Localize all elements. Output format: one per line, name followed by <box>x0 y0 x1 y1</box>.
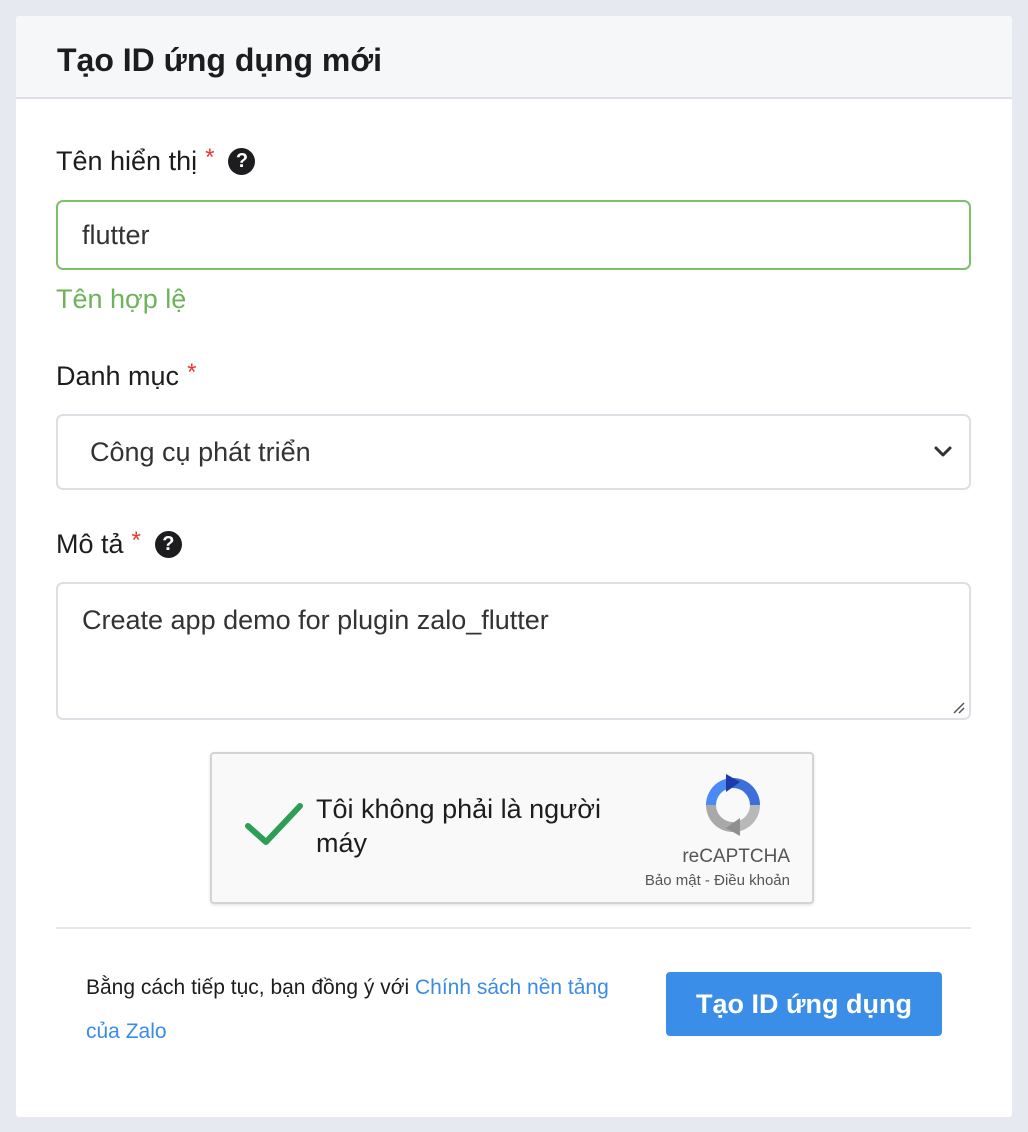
chevron-down-icon <box>934 446 952 457</box>
display-name-label-text: Tên hiển thị <box>56 146 198 176</box>
display-name-input[interactable]: flutter <box>56 200 971 270</box>
category-label: Danh mục * <box>56 359 196 393</box>
recaptcha-widget: Tôi không phải là người máy reCAPTCHA Bả… <box>210 752 814 904</box>
recaptcha-logo-icon <box>706 774 760 836</box>
privacy-link[interactable]: Bảo mật <box>645 872 701 889</box>
display-name-value: flutter <box>82 220 150 250</box>
checkmark-icon[interactable] <box>244 800 304 848</box>
required-mark: * <box>131 527 141 554</box>
validation-message: Tên hợp lệ <box>56 284 187 314</box>
link-separator: - <box>700 872 715 889</box>
divider <box>56 927 971 929</box>
page-title: Tạo ID ứng dụng mới <box>57 42 382 78</box>
description-value: Create app demo for plugin zalo_flutter <box>82 605 549 635</box>
recaptcha-label: Tôi không phải là người máy <box>316 794 601 858</box>
description-textarea[interactable]: Create app demo for plugin zalo_flutter <box>56 582 971 720</box>
required-mark: * <box>205 144 215 171</box>
category-selected-value: Công cụ phát triển <box>90 437 311 467</box>
terms-link[interactable]: Điều khoản <box>714 872 790 889</box>
required-mark: * <box>187 359 197 386</box>
terms-prefix: Bằng cách tiếp tục, bạn đồng ý với <box>86 976 415 999</box>
recaptcha-links: Bảo mật - Điều khoản <box>645 872 790 889</box>
create-app-id-button[interactable]: Tạo ID ứng dụng <box>666 972 942 1036</box>
create-app-card: Tạo ID ứng dụng mới Tên hiển thị * ? flu… <box>16 16 1012 1117</box>
display-name-label: Tên hiển thị * ? <box>56 144 256 178</box>
category-label-text: Danh mục <box>56 361 180 391</box>
recaptcha-brand: reCAPTCHA <box>682 846 790 867</box>
terms-text: Bằng cách tiếp tục, bạn đồng ý với Chính… <box>86 966 626 1054</box>
question-circle-icon[interactable]: ? <box>228 147 256 175</box>
description-label-text: Mô tả <box>56 529 124 559</box>
card-header: Tạo ID ứng dụng mới <box>16 16 1012 99</box>
question-circle-icon[interactable]: ? <box>154 530 182 558</box>
category-select[interactable]: Công cụ phát triển <box>56 414 971 490</box>
resize-handle-icon[interactable] <box>951 700 965 714</box>
description-label: Mô tả * ? <box>56 527 182 561</box>
